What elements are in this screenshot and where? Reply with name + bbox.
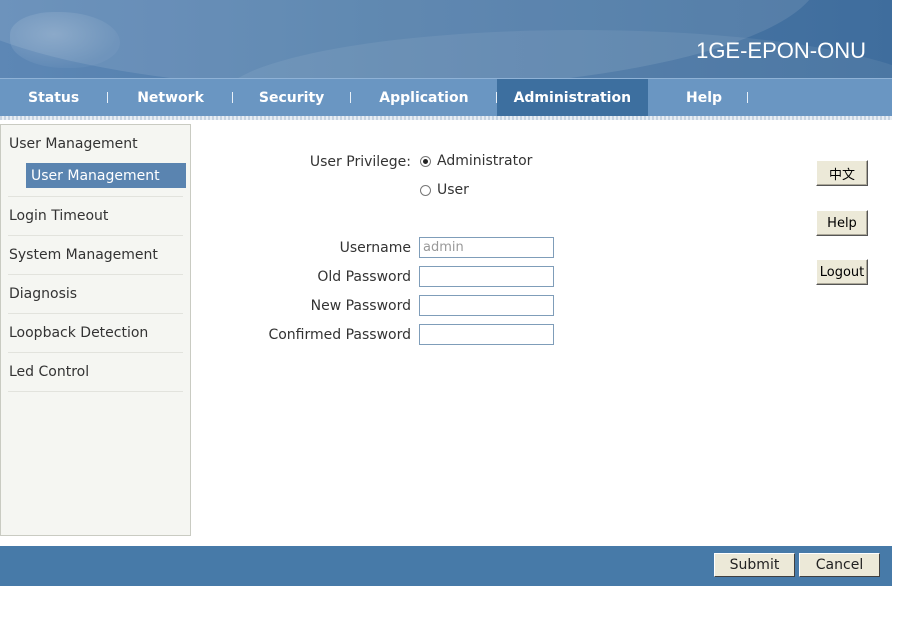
language-button[interactable]: 中文 [816, 160, 868, 186]
nav-tab-label: Help [686, 89, 723, 106]
privilege-administrator-option[interactable]: Administrator [420, 153, 532, 169]
nav-tab-security[interactable]: Security [233, 79, 352, 116]
privilege-user-option[interactable]: User [420, 182, 469, 198]
sidebar-item-user-management[interactable]: User Management [8, 125, 183, 163]
nav-tab-label: Administration [513, 89, 632, 106]
radio-user[interactable] [420, 184, 431, 196]
privilege-user-label: User [437, 182, 469, 198]
sidebar-subitem-user-management[interactable]: User Management [26, 163, 186, 188]
nav-tab-network[interactable]: Network [108, 79, 233, 116]
nav-divider [0, 116, 892, 120]
cancel-button[interactable]: Cancel [799, 553, 880, 577]
user-privilege-label: User Privilege: [309, 154, 411, 170]
privilege-administrator-label: Administrator [437, 153, 533, 169]
nav-tab-label: Application [379, 89, 469, 106]
old-password-label: Old Password [317, 269, 411, 285]
nav-tab-label: Network [137, 89, 204, 106]
new-password-label: New Password [310, 298, 411, 314]
logout-button[interactable]: Logout [816, 259, 868, 285]
device-title: 1GE-EPON-ONU [696, 38, 866, 63]
sidebar-item-loopback-detection[interactable]: Loopback Detection [8, 314, 183, 352]
sidebar-item-system-management[interactable]: System Management [8, 236, 183, 274]
nav-tab-help[interactable]: Help [648, 79, 749, 116]
new-password-field[interactable] [419, 295, 554, 316]
username-label: Username [339, 240, 411, 256]
nav-tab-administration[interactable]: Administration [496, 79, 649, 116]
sidebar-item-diagnosis[interactable]: Diagnosis [8, 275, 183, 313]
confirmed-password-label: Confirmed Password [268, 327, 411, 343]
help-button[interactable]: Help [816, 210, 868, 236]
username-field[interactable] [419, 237, 554, 258]
nav-tab-label: Status [28, 89, 80, 106]
nav-tab-label: Security [258, 89, 325, 106]
footer-bar: Submit Cancel [0, 546, 892, 586]
sidebar: User Management User Management Login Ti… [0, 124, 191, 536]
submit-button[interactable]: Submit [714, 553, 795, 577]
sidebar-item-led-control[interactable]: Led Control [8, 353, 183, 391]
main-nav: Status Network Security Application Admi… [0, 78, 892, 116]
old-password-field[interactable] [419, 266, 554, 287]
confirmed-password-field[interactable] [419, 324, 554, 345]
nav-tab-status[interactable]: Status [0, 79, 109, 116]
header-banner: 1GE-EPON-ONU [0, 0, 892, 78]
radio-administrator[interactable] [420, 155, 431, 167]
sidebar-item-login-timeout[interactable]: Login Timeout [8, 197, 183, 235]
nav-tab-application[interactable]: Application [351, 79, 497, 116]
sidebar-group-user-management: User Management User Management [8, 125, 186, 197]
